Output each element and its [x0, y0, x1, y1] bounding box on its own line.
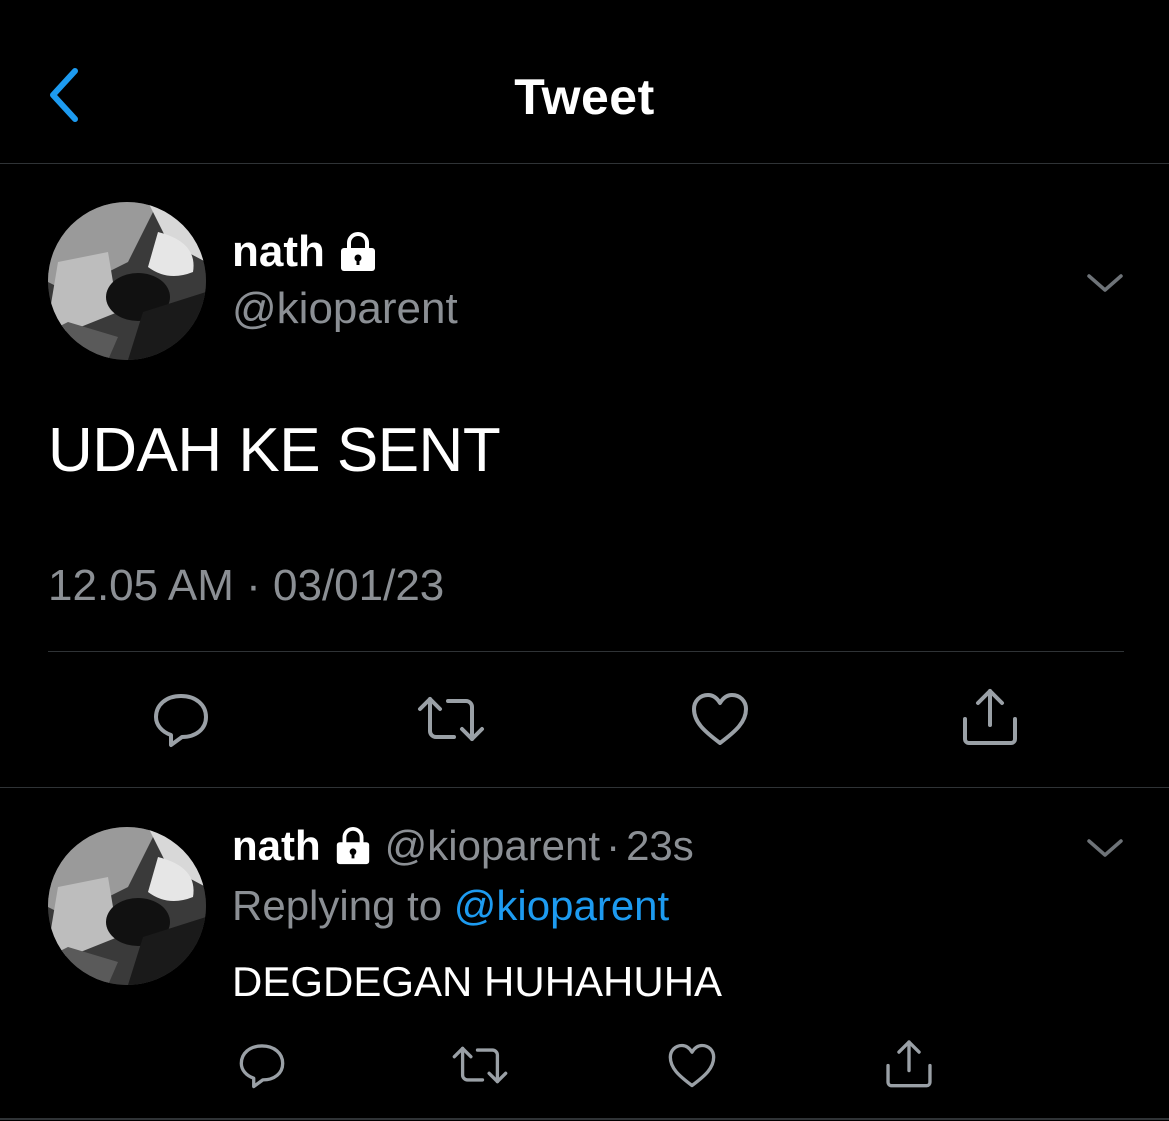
- separator-dot: ·: [606, 822, 621, 869]
- reply-age: 23s: [626, 822, 694, 869]
- share-icon: [963, 689, 1017, 745]
- heart-icon: [668, 1043, 716, 1087]
- avatar[interactable]: [48, 202, 206, 360]
- reply-like-button[interactable]: [663, 1036, 721, 1094]
- retweet-icon: [418, 697, 484, 741]
- tweet-options-button[interactable]: [1085, 268, 1125, 298]
- retweet-icon: [452, 1046, 508, 1084]
- section-divider: [0, 787, 1169, 788]
- retweet-button[interactable]: [413, 683, 489, 755]
- lock-icon: [340, 232, 375, 271]
- author-name-row: nath: [232, 227, 379, 277]
- reply-share-button[interactable]: [880, 1034, 938, 1092]
- reply-author-name[interactable]: nath: [232, 822, 321, 870]
- author-name[interactable]: nath: [232, 227, 325, 277]
- replying-to-mention[interactable]: @kioparent: [454, 882, 669, 929]
- author-handle[interactable]: @kioparent: [232, 284, 458, 334]
- tweet-text: UDAH KE SENT: [48, 416, 501, 485]
- reply-options-button[interactable]: [1085, 833, 1125, 863]
- reply-reply-button[interactable]: [233, 1036, 291, 1094]
- reply-button[interactable]: [145, 683, 217, 755]
- avatar-image: [48, 202, 206, 360]
- tweet-timestamp: 12.05 AM · 03/01/23: [48, 561, 445, 610]
- lock-icon: [336, 826, 369, 865]
- reply-author-handle[interactable]: @kioparent: [385, 822, 600, 870]
- reply-retweet-button[interactable]: [448, 1036, 512, 1094]
- page-title: Tweet: [514, 69, 655, 125]
- bottom-divider: [0, 1118, 1169, 1120]
- reply-header: nath @kioparent · 23s: [232, 822, 694, 870]
- heart-icon: [692, 693, 748, 745]
- share-button[interactable]: [954, 680, 1026, 752]
- replying-to-label: Replying to: [232, 882, 443, 929]
- share-icon: [886, 1040, 932, 1088]
- replying-to: Replying to @kioparent: [232, 882, 669, 930]
- chevron-down-icon: [1087, 274, 1123, 292]
- reply-bubble-icon: [239, 1044, 285, 1089]
- avatar-image: [48, 827, 206, 985]
- reply-text: DEGDEGAN HUHAHUHA: [232, 958, 723, 1005]
- reply-bubble-icon: [154, 694, 208, 747]
- chevron-down-icon: [1087, 839, 1123, 857]
- like-button[interactable]: [684, 683, 756, 755]
- reply-avatar[interactable]: [48, 827, 206, 985]
- divider: [48, 651, 1124, 652]
